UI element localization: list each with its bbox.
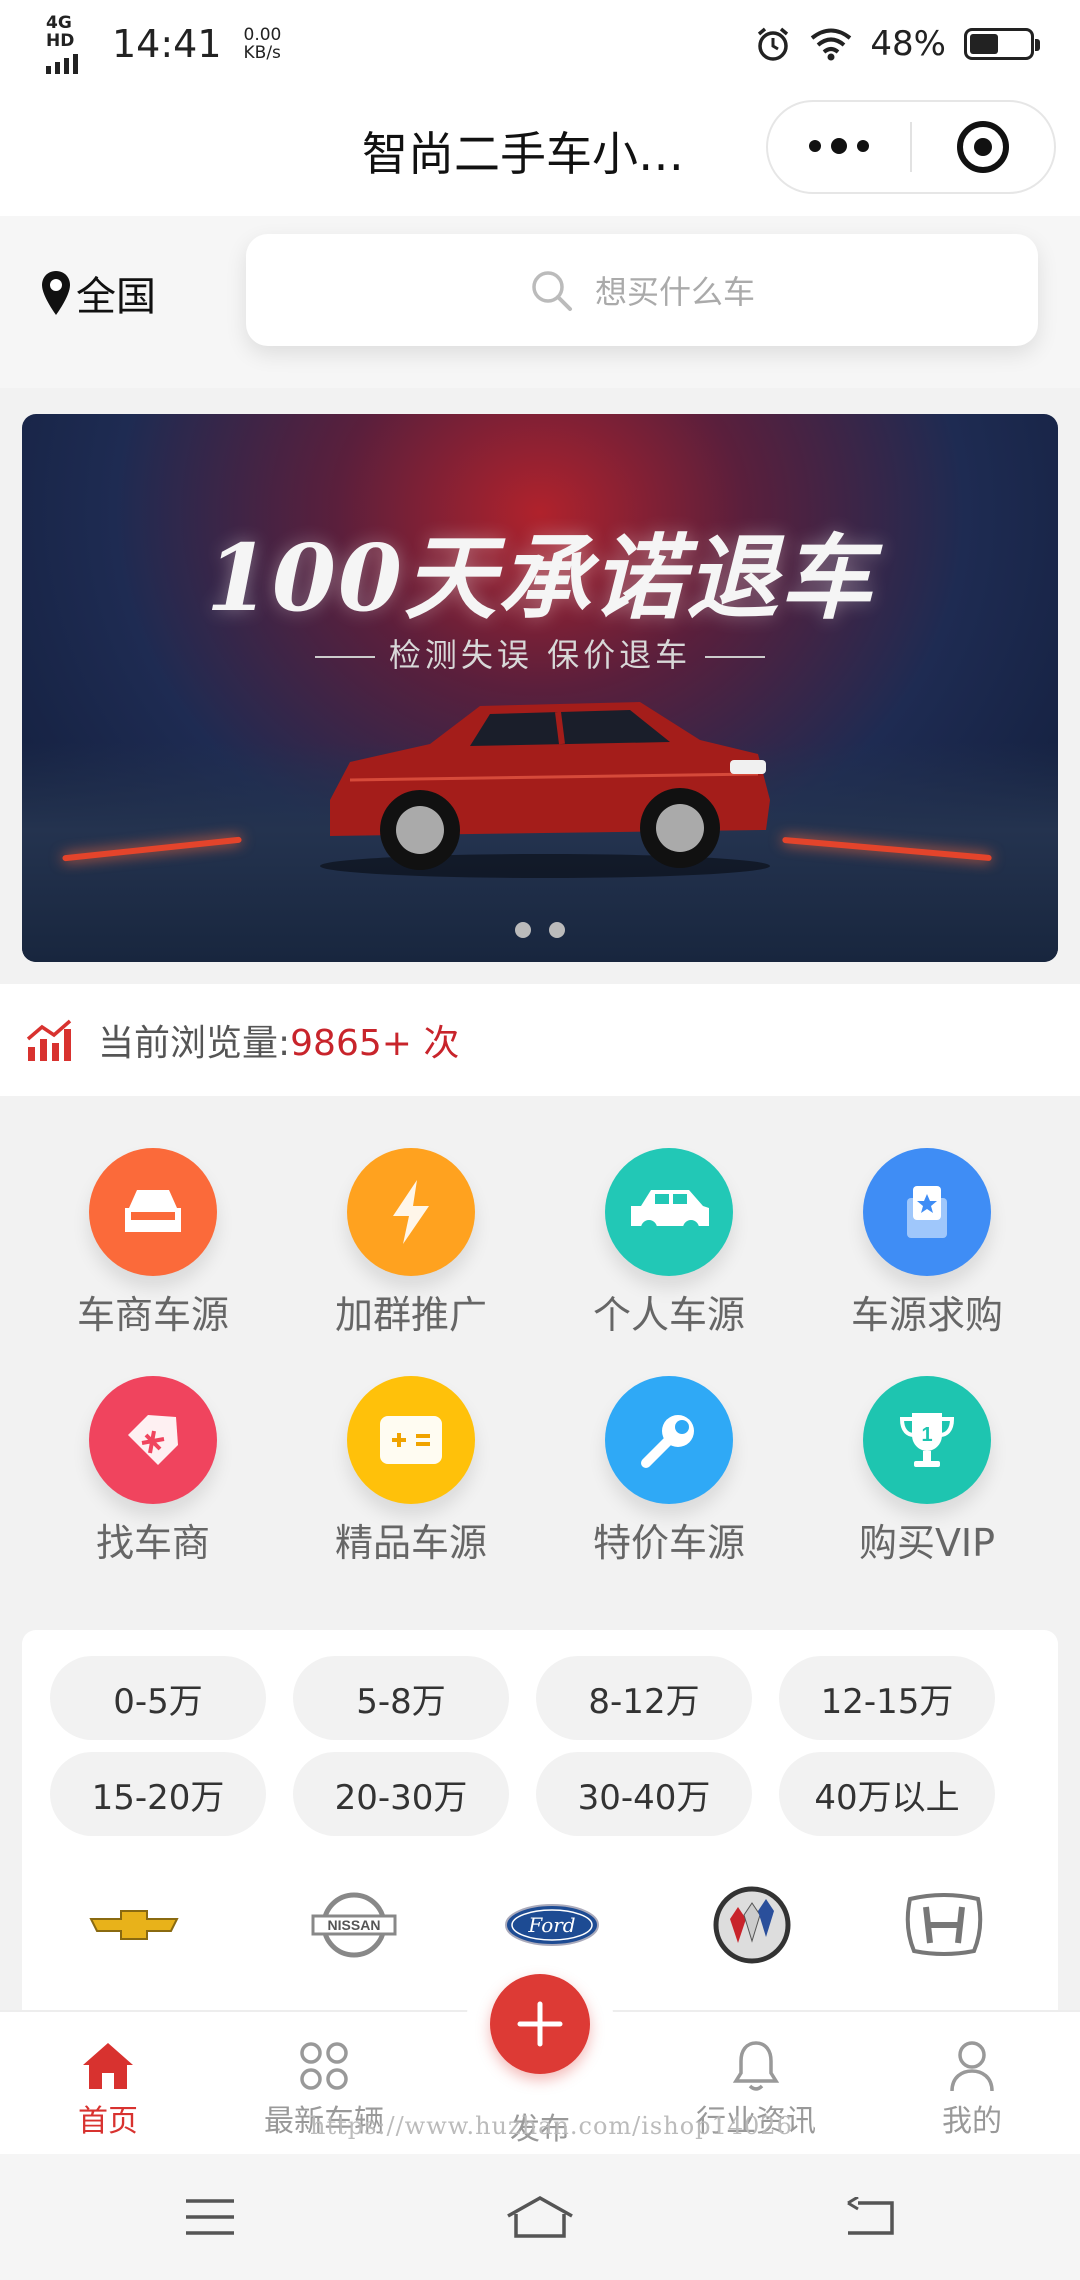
- category-find-dealer[interactable]: 找车商: [48, 1376, 258, 1567]
- network-indicator: 4G HD: [46, 14, 98, 74]
- category-buy-vip[interactable]: 1 购买VIP: [822, 1376, 1032, 1567]
- bell-icon: [732, 2041, 780, 2091]
- nissan-logo-text: NISSAN: [328, 1917, 381, 1933]
- view-count-row: 当前浏览量:9865+ 次: [0, 984, 1080, 1096]
- back-nav-button[interactable]: [830, 2184, 910, 2250]
- car-front-icon: [89, 1148, 217, 1276]
- view-count-value: 9865+ 次: [290, 1023, 460, 1064]
- lightning-icon: [347, 1148, 475, 1276]
- grid-icon: [300, 2042, 348, 2090]
- trophy-icon: 1: [863, 1376, 991, 1504]
- promo-banner[interactable]: 100天承诺退车 检测失误 保价退车: [22, 414, 1058, 962]
- tag-icon: [89, 1376, 217, 1504]
- net-speed-unit: KB/s: [243, 43, 281, 63]
- price-range-chip[interactable]: 15-20万: [50, 1752, 266, 1836]
- category-label: 找车商: [95, 1521, 210, 1565]
- more-menu-button[interactable]: [768, 138, 910, 154]
- category-label: 个人车源: [592, 1293, 745, 1337]
- red-suv-image: [320, 702, 770, 878]
- network-label: 4G HD: [46, 13, 75, 51]
- category-label: 特价车源: [592, 1521, 745, 1565]
- location-pin-icon: [42, 271, 70, 315]
- battery-icon: [964, 28, 1040, 60]
- menu-icon: [186, 2199, 234, 2235]
- wrench-icon: [605, 1376, 733, 1504]
- category-label: 精品车源: [334, 1521, 487, 1565]
- category-premium-cars[interactable]: 精品车源: [306, 1376, 516, 1567]
- price-range-chip[interactable]: 5-8万: [293, 1656, 509, 1740]
- page-title: 智尚二手车小…: [362, 127, 684, 181]
- close-miniprogram-button[interactable]: [912, 121, 1054, 173]
- home-nav-button[interactable]: [500, 2184, 580, 2250]
- location-label: 全国: [76, 274, 156, 320]
- banner-dot[interactable]: [515, 922, 531, 938]
- price-range-chip[interactable]: 30-40万: [536, 1752, 752, 1836]
- publish-button[interactable]: [490, 1974, 590, 2074]
- back-icon: [847, 2197, 894, 2235]
- tab-home[interactable]: 首页: [28, 2036, 188, 2140]
- tab-label: 首页: [78, 2104, 138, 2139]
- ford-logo-text: Ford: [527, 1913, 575, 1937]
- banner-dot[interactable]: [549, 922, 565, 938]
- category-discount-cars[interactable]: 特价车源: [564, 1376, 774, 1567]
- home-outline-icon: [507, 2195, 573, 2238]
- tab-label: 我的: [942, 2104, 1002, 2139]
- category-label: 加群推广: [334, 1293, 487, 1337]
- publish-button-wrap: [466, 1950, 614, 2098]
- trending-chart-icon: [26, 1019, 72, 1061]
- category-label: 车源求购: [850, 1293, 1003, 1337]
- view-count-label: 当前浏览量:: [98, 1023, 291, 1064]
- status-bar: 4G HD 14:41 0.00 KB/s 48%: [0, 0, 1080, 88]
- battery-percent: 48%: [870, 24, 946, 64]
- plus-icon: [517, 2001, 563, 2047]
- price-range-chip[interactable]: 8-12万: [536, 1656, 752, 1740]
- menu-nav-button[interactable]: [170, 2184, 250, 2250]
- price-range-chip[interactable]: 0-5万: [50, 1656, 266, 1740]
- search-row: 全国 想买什么车: [0, 216, 1080, 388]
- price-range-chip[interactable]: 12-15万: [779, 1656, 995, 1740]
- category-grid: 车商车源 加群推广 个人车源 车源求购 找车商 精品车源 特价车源 1 购买VI…: [0, 1118, 1080, 1578]
- chevrolet-logo-icon[interactable]: [84, 1880, 184, 1970]
- alarm-icon: [758, 27, 789, 61]
- price-range-chip[interactable]: 20-30万: [293, 1752, 509, 1836]
- suv-icon: [605, 1148, 733, 1276]
- banner-pagination: [22, 922, 1058, 938]
- honda-logo-icon[interactable]: [894, 1880, 994, 1970]
- svg-text:1: 1: [921, 1424, 932, 1446]
- banner-subtitle: 检测失误 保价退车: [22, 630, 1058, 676]
- category-private-cars[interactable]: 个人车源: [564, 1148, 774, 1339]
- category-dealer-cars[interactable]: 车商车源: [48, 1148, 258, 1339]
- buick-logo-icon[interactable]: [702, 1880, 802, 1970]
- search-input[interactable]: 想买什么车: [246, 234, 1038, 346]
- home-icon: [83, 2043, 133, 2089]
- price-range-chip[interactable]: 40万以上: [779, 1752, 995, 1836]
- category-label: 购买VIP: [858, 1521, 996, 1565]
- location-selector[interactable]: 全国: [40, 264, 156, 322]
- miniprogram-capsule: [766, 100, 1056, 194]
- star-card-icon: [863, 1148, 991, 1276]
- target-icon: [956, 121, 1009, 173]
- category-label: 车商车源: [76, 1293, 229, 1337]
- title-bar: 智尚二手车小…: [0, 88, 1080, 216]
- user-icon: [950, 2041, 994, 2092]
- system-nav-bar: [0, 2154, 1080, 2280]
- calculator-icon: [347, 1376, 475, 1504]
- wifi-icon: [811, 28, 852, 61]
- banner-title: 100天承诺退车: [205, 524, 875, 632]
- search-icon: [532, 271, 572, 311]
- nissan-logo-icon[interactable]: NISSAN: [304, 1880, 404, 1970]
- search-placeholder: 想买什么车: [594, 273, 755, 311]
- net-speed: 0.00 KB/s: [244, 26, 282, 62]
- clock: 14:41: [112, 22, 222, 66]
- watermark-text: https://www.huzhan.com/ishop14026: [310, 2112, 793, 2140]
- category-join-group[interactable]: 加群推广: [306, 1148, 516, 1339]
- category-car-wanted[interactable]: 车源求购: [822, 1148, 1032, 1339]
- net-speed-value: 0.00: [243, 25, 282, 45]
- tab-mine[interactable]: 我的: [892, 2036, 1052, 2140]
